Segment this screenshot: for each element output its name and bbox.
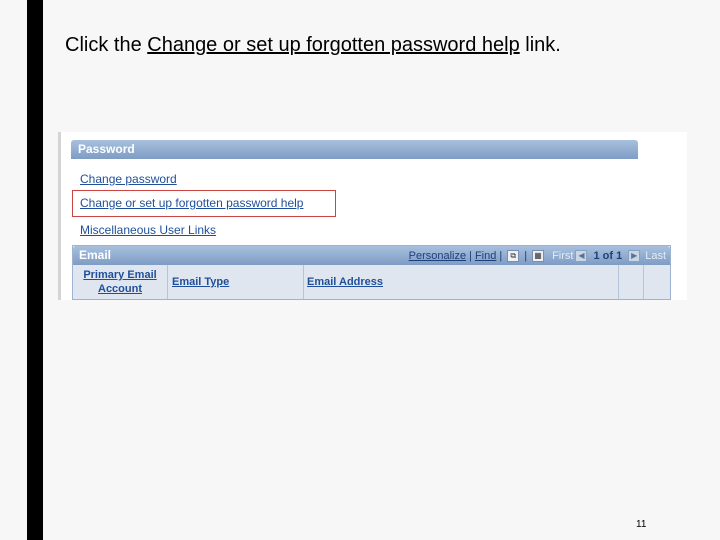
column-empty — [619, 265, 644, 299]
instruction-text: Click the Change or set up forgotten pas… — [65, 32, 561, 58]
download-grid-icon[interactable]: ▦ — [532, 249, 545, 262]
nav-separator: | — [524, 249, 528, 262]
email-grid: Email Personalize | Find | ⧉ | ▦ First ◀… — [72, 245, 671, 300]
slide-left-bar — [27, 0, 43, 540]
previous-row-icon[interactable]: ◀ — [575, 249, 588, 262]
next-row-icon[interactable]: ▶ — [628, 249, 641, 262]
column-primary-email-account[interactable]: Primary Email Account — [73, 265, 168, 299]
nav-separator: | — [499, 249, 503, 262]
forgotten-password-help-link[interactable]: Change or set up forgotten password help — [80, 196, 303, 210]
personalize-link[interactable]: Personalize — [409, 250, 466, 262]
grid-navigation: Personalize | Find | ⧉ | ▦ First ◀ 1 of … — [409, 246, 666, 265]
column-email-type[interactable]: Email Type — [168, 265, 304, 299]
column-email-address[interactable]: Email Address — [304, 265, 619, 299]
password-section-header: Password — [71, 140, 638, 159]
instruction-link-reference: Change or set up forgotten password help — [147, 34, 520, 56]
first-label: First — [552, 249, 574, 262]
screenshot-panel: Password Change password Change or set u… — [58, 132, 687, 300]
nav-separator: | — [469, 249, 472, 262]
email-grid-title: Email — [79, 248, 112, 262]
row-count: 1 of 1 — [593, 249, 623, 262]
email-column-headers: Primary Email Account Email Type Email A… — [73, 265, 670, 299]
instruction-suffix: link. — [519, 34, 561, 56]
misc-user-links-link[interactable]: Miscellaneous User Links — [80, 223, 216, 237]
page-number: 11 — [636, 519, 647, 530]
change-password-link[interactable]: Change password — [80, 172, 177, 186]
find-link[interactable]: Find — [475, 250, 496, 262]
last-label: Last — [645, 249, 666, 262]
instruction-prefix: Click the — [65, 34, 148, 56]
view-all-icon[interactable]: ⧉ — [507, 249, 520, 262]
column-empty — [644, 265, 670, 299]
email-grid-header: Email Personalize | Find | ⧉ | ▦ First ◀… — [73, 246, 670, 265]
